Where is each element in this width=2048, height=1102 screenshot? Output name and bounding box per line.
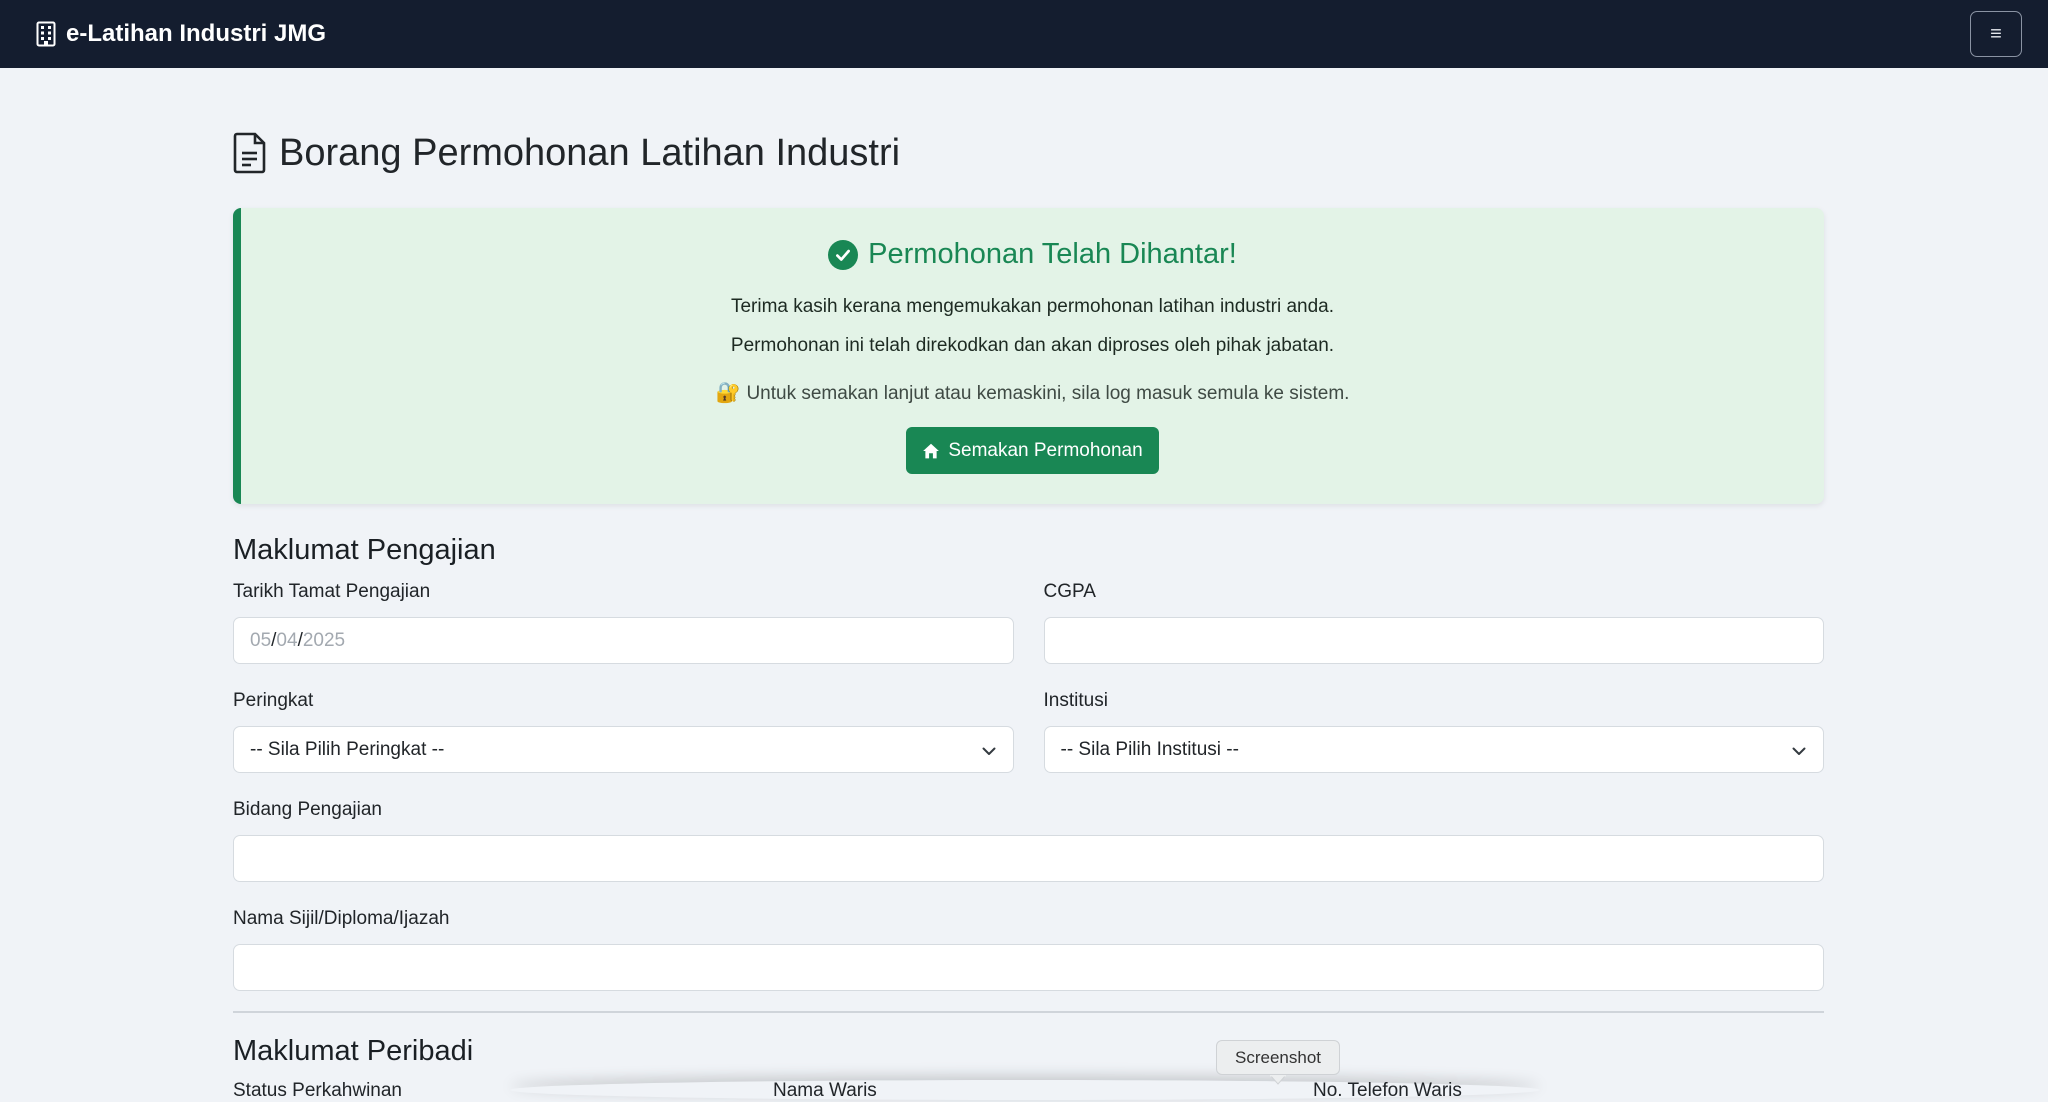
graduation-date-label: Tarikh Tamat Pengajian bbox=[233, 581, 431, 602]
date-year: 2025 bbox=[302, 629, 346, 651]
document-icon bbox=[233, 132, 266, 174]
brand-text: e-Latihan Industri JMG bbox=[66, 20, 327, 47]
navbar-brand[interactable]: e-Latihan Industri JMG bbox=[36, 20, 326, 48]
alert-message-3-text: Untuk semakan lanjut atau kemaskini, sil… bbox=[746, 382, 1350, 404]
alert-message-3: 🔐 Untuk semakan lanjut atau kemaskini, s… bbox=[716, 383, 1350, 403]
field-of-study-label: Bidang Pengajian bbox=[233, 799, 382, 820]
date-month: 04 bbox=[276, 629, 298, 651]
alert-title-text: Permohonan Telah Dihantar! bbox=[868, 238, 1237, 270]
grade-select[interactable]: -- Sila Pilih Peringkat -- bbox=[233, 726, 1014, 773]
institution-group: Institusi -- Sila Pilih Institusi -- bbox=[1043, 690, 1824, 773]
menu-toggle-button[interactable]: ≡ bbox=[1970, 11, 2022, 57]
certificate-name-input[interactable] bbox=[233, 944, 1824, 991]
chevron-down-icon bbox=[982, 747, 995, 755]
lock-icon: 🔐 bbox=[715, 382, 741, 404]
certificate-name-group: Nama Sijil/Diploma/Ijazah bbox=[233, 908, 1824, 991]
check-application-button[interactable]: Semakan Permohonan bbox=[906, 427, 1159, 474]
education-section-title: Maklumat Pengajian bbox=[233, 534, 496, 566]
building-icon bbox=[36, 21, 56, 47]
page-title: Borang Permohonan Latihan Industri bbox=[233, 128, 1824, 178]
section-divider bbox=[233, 1011, 1824, 1013]
alert-message-2: Permohonan ini telah direkodkan dan akan… bbox=[730, 335, 1335, 356]
institution-select[interactable]: -- Sila Pilih Institusi -- bbox=[1043, 726, 1824, 773]
home-icon bbox=[923, 443, 940, 458]
check-circle-icon bbox=[828, 239, 859, 270]
screenshot-tooltip: Screenshot bbox=[1216, 1040, 1340, 1075]
graduation-date-input[interactable]: 05/04/2025 bbox=[233, 617, 1014, 664]
graduation-date-group: Tarikh Tamat Pengajian 05/04/2025 bbox=[233, 581, 1014, 664]
chevron-down-icon bbox=[1792, 747, 1806, 755]
personal-section-title: Maklumat Peribadi bbox=[233, 1035, 474, 1067]
cgpa-group: CGPA bbox=[1043, 581, 1824, 664]
tooltip-tail bbox=[1270, 1075, 1286, 1085]
field-of-study-input[interactable] bbox=[233, 835, 1824, 882]
check-application-label: Semakan Permohonan bbox=[948, 439, 1143, 461]
overlay-shadow bbox=[510, 1080, 1540, 1100]
hamburger-icon: ≡ bbox=[1990, 22, 2002, 45]
grade-selected-value: -- Sila Pilih Peringkat -- bbox=[250, 738, 445, 760]
alert-title: Permohonan Telah Dihantar! bbox=[828, 238, 1237, 271]
education-row-1: Tarikh Tamat Pengajian 05/04/2025 CGPA bbox=[233, 581, 1824, 664]
grade-label: Peringkat bbox=[233, 690, 314, 711]
education-row-2: Peringkat -- Sila Pilih Peringkat -- Ins… bbox=[233, 690, 1824, 773]
top-navbar: e-Latihan Industri JMG ≡ bbox=[0, 0, 2048, 68]
date-day: 05 bbox=[250, 629, 272, 651]
cgpa-label: CGPA bbox=[1043, 581, 1096, 602]
cgpa-input[interactable] bbox=[1043, 617, 1824, 664]
page-title-text: Borang Permohonan Latihan Industri bbox=[279, 131, 901, 174]
grade-group: Peringkat -- Sila Pilih Peringkat -- bbox=[233, 690, 1014, 773]
main-container: Borang Permohonan Latihan Industri Permo… bbox=[233, 68, 1824, 1102]
institution-label: Institusi bbox=[1043, 690, 1108, 711]
field-of-study-group: Bidang Pengajian bbox=[233, 799, 1824, 882]
success-alert: Permohonan Telah Dihantar! Terima kasih … bbox=[233, 208, 1824, 504]
alert-message-1: Terima kasih kerana mengemukakan permoho… bbox=[730, 296, 1335, 317]
certificate-name-label: Nama Sijil/Diploma/Ijazah bbox=[233, 908, 450, 929]
institution-selected-value: -- Sila Pilih Institusi -- bbox=[1060, 738, 1239, 760]
